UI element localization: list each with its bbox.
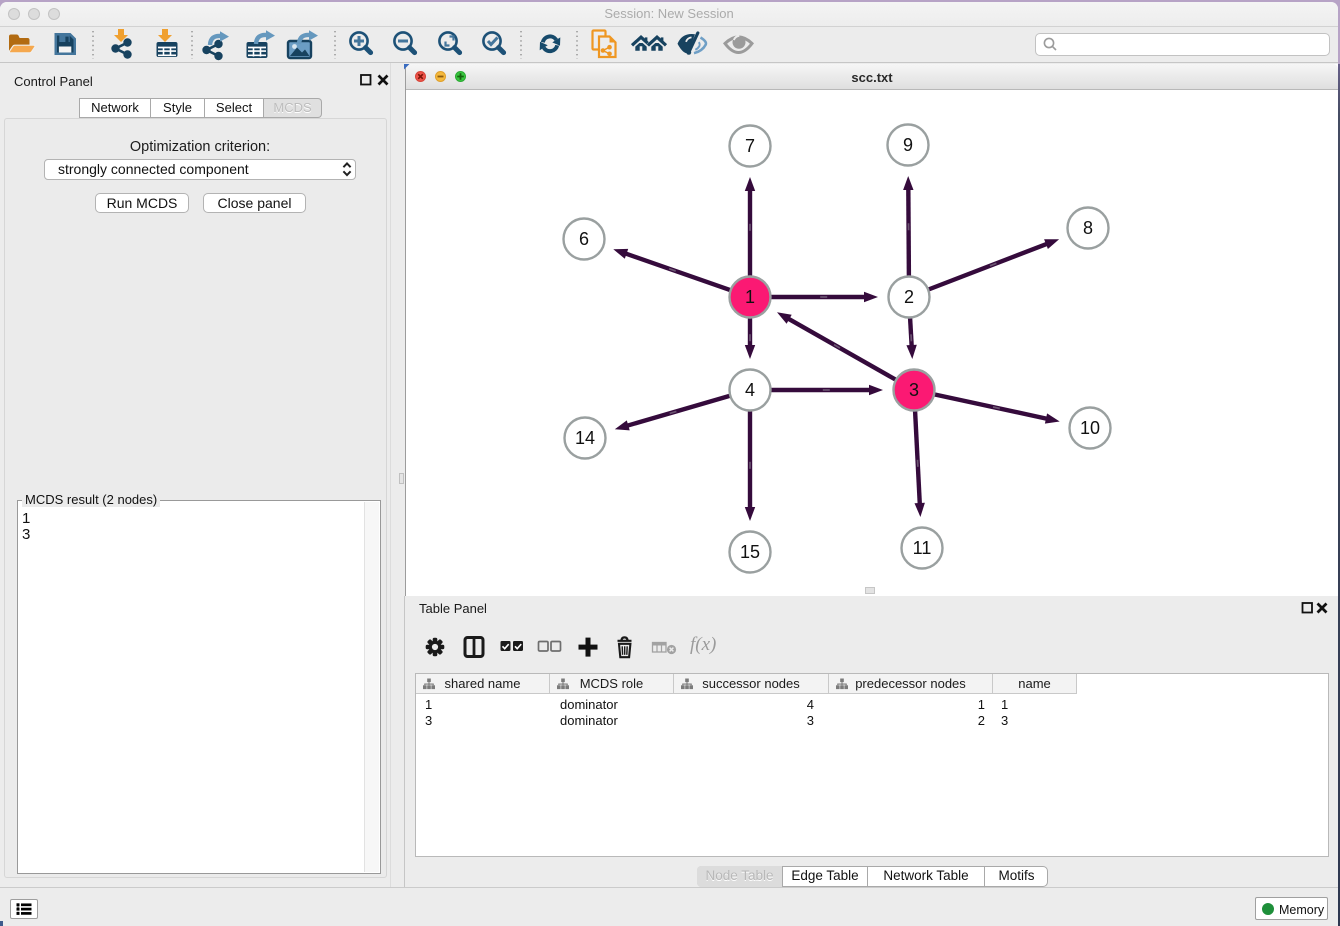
svg-text:9: 9 (903, 135, 913, 155)
svg-text:3: 3 (909, 380, 919, 400)
svg-text:10: 10 (1080, 418, 1100, 438)
svg-text:8: 8 (1083, 218, 1093, 238)
svg-text:2: 2 (904, 287, 914, 307)
svg-text:1: 1 (745, 287, 755, 307)
svg-text:6: 6 (579, 229, 589, 249)
svg-text:15: 15 (740, 542, 760, 562)
svg-text:11: 11 (913, 538, 932, 558)
svg-text:4: 4 (745, 380, 755, 400)
svg-text:14: 14 (575, 428, 595, 448)
svg-text:7: 7 (745, 136, 755, 156)
